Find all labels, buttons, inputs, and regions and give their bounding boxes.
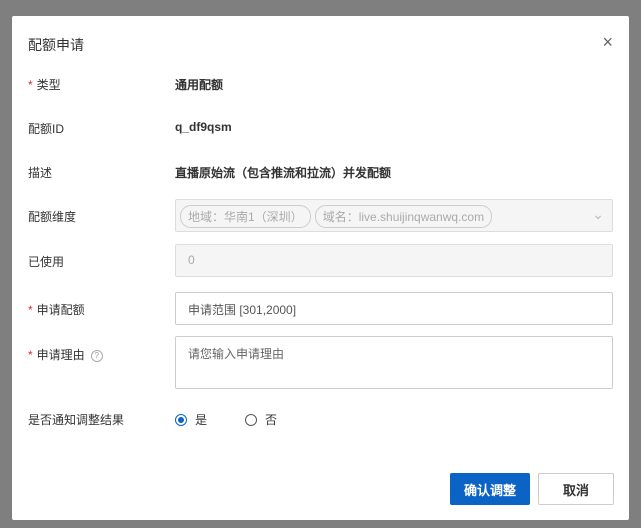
confirm-button[interactable]: 确认调整 (450, 473, 530, 505)
dimension-tag: 地域：华南1（深圳） (180, 205, 311, 228)
close-icon[interactable]: × (602, 33, 613, 51)
quota-apply-dialog: 配额申请 × * 类型 通用配额 配额ID q_df9qsm 描述 直播原始流（包… (12, 16, 629, 520)
type-label: * 类型 (28, 76, 61, 93)
apply-label: * 申请配额 (28, 301, 85, 318)
chevron-down-icon: ⌄ (592, 206, 604, 222)
apply-label-text: 申请配额 (36, 303, 85, 317)
reason-label: * 申请理由? (28, 346, 103, 363)
required-mark: * (28, 348, 33, 362)
type-label-text: 类型 (36, 78, 61, 92)
help-icon[interactable]: ? (90, 349, 103, 362)
dim-label: 配额维度 (28, 210, 77, 224)
reason-label-text: 申请理由 (36, 348, 85, 362)
required-mark: * (28, 78, 33, 92)
id-value: q_df9qsm (175, 120, 232, 134)
dimension-tag: 域名：live.shuijinqwanwq.com (314, 205, 493, 228)
cancel-button[interactable]: 取消 (538, 473, 614, 505)
desc-value: 直播原始流（包含推流和拉流）并发配额 (175, 166, 392, 180)
used-label: 已使用 (28, 255, 65, 269)
radio-checked-icon (175, 413, 187, 426)
id-label: 配额ID (28, 122, 65, 136)
notify-no-label: 否 (265, 413, 278, 427)
used-input: 0 (175, 244, 613, 277)
dialog-title: 配额申请 (28, 37, 84, 53)
type-value: 通用配额 (175, 78, 224, 92)
apply-quota-input[interactable]: 申请范围 [301,2000] (175, 292, 613, 325)
dimension-select[interactable]: 地域：华南1（深圳） 域名：live.shuijinqwanwq.com ⌄ (175, 199, 613, 232)
notify-no-radio[interactable]: 否 (245, 411, 277, 428)
notify-label: 是否通知调整结果 (28, 413, 125, 427)
required-mark: * (28, 303, 33, 317)
desc-label: 描述 (28, 166, 53, 180)
notify-yes-label: 是 (195, 413, 208, 427)
notify-yes-radio[interactable]: 是 (175, 411, 207, 428)
reason-textarea[interactable]: 请您输入申请理由 (175, 336, 613, 389)
radio-unchecked-icon (245, 413, 257, 426)
